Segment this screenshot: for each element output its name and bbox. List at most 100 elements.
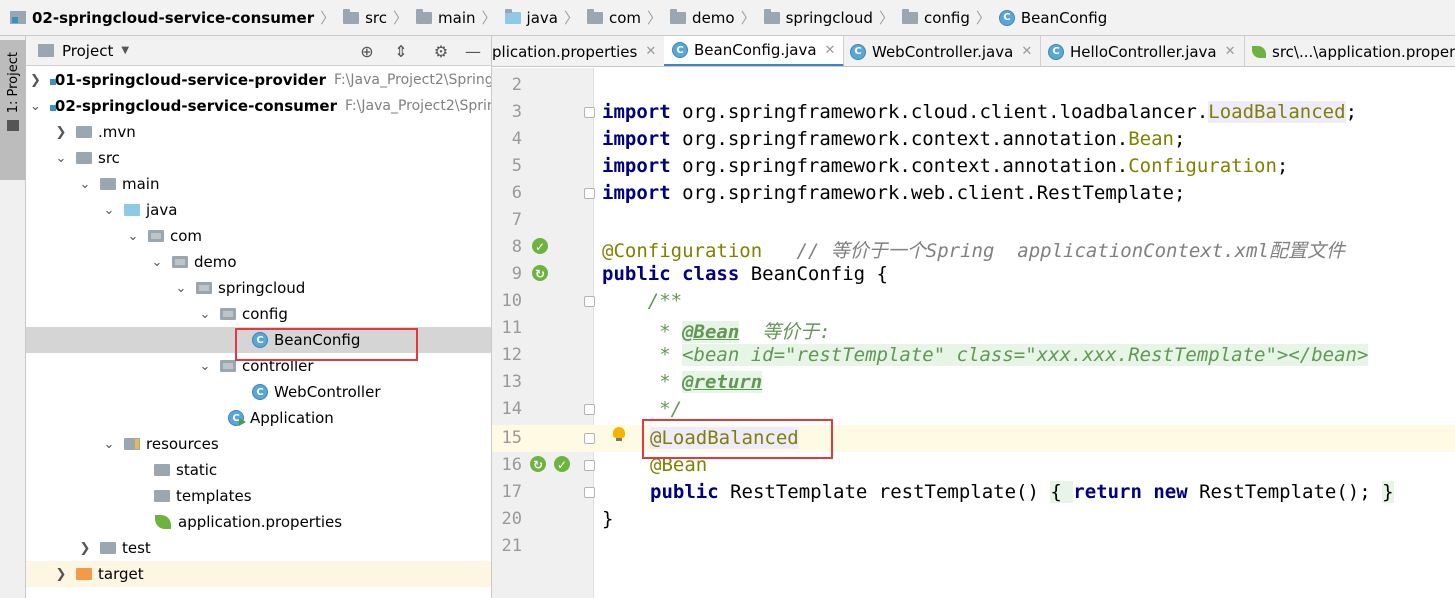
chevron-down-icon[interactable]: ⌄	[198, 307, 212, 322]
tree-item-target[interactable]: ❯ target	[26, 561, 491, 587]
package-icon	[586, 8, 603, 24]
breadcrumb-item-demo[interactable]: demo	[670, 8, 735, 27]
tree-item-application-properties[interactable]: application.properties	[26, 509, 491, 535]
left-tool-strip: 1: Project	[0, 36, 26, 598]
code-line: 16 ↻ ✓ @Bean	[501, 454, 708, 476]
tab-src-application-properties[interactable]: src\...\application.proper	[1244, 36, 1455, 66]
chevron-down-icon[interactable]: ⌄	[150, 255, 164, 270]
tree-item-main[interactable]: ⌄ main	[26, 171, 491, 197]
hide-icon[interactable]: —	[464, 42, 482, 61]
chevron-down-icon[interactable]: ⌄	[78, 177, 92, 192]
close-icon[interactable]: ✕	[1021, 44, 1032, 59]
fold-icon[interactable]	[584, 296, 595, 307]
spring-leaf-icon	[154, 514, 172, 530]
locate-icon[interactable]: ⊕	[358, 42, 376, 61]
chevron-down-icon[interactable]: ⌄	[174, 281, 188, 296]
chevron-right-icon[interactable]: ❯	[78, 541, 92, 556]
chevron-right-icon: 〉	[481, 9, 497, 27]
spring-bean-navigate-icon[interactable]: ↻	[532, 265, 550, 283]
project-view-selector[interactable]: Project	[62, 42, 113, 60]
breadcrumb-item-beanconfig[interactable]: C BeanConfig	[998, 9, 1107, 27]
chevron-down-icon[interactable]: ⌄	[198, 359, 212, 374]
package-icon	[901, 8, 918, 24]
tree-item-application[interactable]: C Application	[26, 405, 491, 431]
code-line: 9 ↻ public class BeanConfig {	[511, 263, 888, 285]
tree-item-demo[interactable]: ⌄ demo	[26, 249, 491, 275]
expand-icon[interactable]	[584, 487, 595, 498]
chevron-right-icon: 〉	[647, 9, 663, 27]
tree-item-resources[interactable]: ⌄ resources	[26, 431, 491, 457]
tree-item-config[interactable]: ⌄ config	[26, 301, 491, 327]
folder-icon	[100, 542, 116, 554]
gear-icon[interactable]: ⚙	[432, 42, 450, 61]
fold-icon[interactable]	[584, 460, 595, 471]
fold-icon[interactable]	[584, 404, 595, 415]
tab-webcontroller[interactable]: C WebController.java ✕	[842, 36, 1042, 66]
tree-item-static[interactable]: static	[26, 457, 491, 483]
package-icon	[670, 8, 687, 24]
folder-icon	[76, 126, 92, 138]
folder-icon	[76, 152, 92, 164]
chevron-down-icon[interactable]: ⌄	[54, 151, 68, 166]
tree-item-module-consumer[interactable]: ⌄ 02-springcloud-service-consumer F:\Java_…	[26, 93, 491, 119]
tab-application-properties[interactable]: plication.properties ✕	[492, 36, 666, 66]
class-icon: C	[252, 384, 268, 400]
project-panel-header: Project ▼ ⊕ ⇕ ⚙ —	[26, 36, 491, 66]
tree-item-src[interactable]: ⌄ src	[26, 145, 491, 171]
code-line: 2	[511, 75, 522, 95]
resources-folder-icon	[124, 438, 140, 450]
tree-item-com[interactable]: ⌄ com	[26, 223, 491, 249]
tree-item-webcontroller[interactable]: C WebController	[26, 379, 491, 405]
breadcrumb-item-com[interactable]: com	[586, 8, 641, 27]
fold-icon[interactable]	[584, 188, 595, 199]
breadcrumb-item-springcloud[interactable]: springcloud	[763, 8, 873, 27]
code-line: 11 * @Bean 等价于:	[501, 318, 831, 343]
code-line: 4 import org.springframework.context.ann…	[511, 128, 1186, 150]
code-line: 6 import org.springframework.web.client.…	[511, 182, 1186, 204]
chevron-down-icon[interactable]: ⌄	[126, 229, 140, 244]
close-icon[interactable]: ✕	[825, 43, 836, 58]
tree-item-module-provider[interactable]: ❯ 01-springcloud-service-provider F:\Java_…	[26, 67, 491, 93]
chevron-down-icon[interactable]: ⌄	[30, 99, 41, 114]
fold-icon[interactable]	[584, 433, 595, 444]
chevron-right-icon[interactable]: ❯	[30, 73, 41, 88]
tree-item-java[interactable]: ⌄ java	[26, 197, 491, 223]
class-icon: C	[672, 42, 688, 58]
tab-hellocontroller[interactable]: C HelloController.java ✕	[1040, 36, 1245, 66]
breadcrumb-item-config[interactable]: config	[901, 8, 970, 27]
tree-item-springcloud[interactable]: ⌄ springcloud	[26, 275, 491, 301]
tree-item-mvn[interactable]: ❯ .mvn	[26, 119, 491, 145]
tree-item-controller[interactable]: ⌄ controller	[26, 353, 491, 379]
fold-icon[interactable]	[584, 107, 595, 118]
project-tool-tab[interactable]: 1: Project	[0, 40, 26, 180]
tab-beanconfig[interactable]: C BeanConfig.java ✕	[664, 36, 845, 66]
chevron-right-icon[interactable]: ❯	[54, 125, 68, 140]
class-icon: C	[998, 9, 1015, 26]
close-icon[interactable]: ✕	[645, 44, 656, 59]
chevron-down-icon[interactable]: ⌄	[102, 437, 116, 452]
close-icon[interactable]: ✕	[1225, 44, 1236, 59]
package-icon	[172, 256, 188, 268]
tree-item-test[interactable]: ❯ test	[26, 535, 491, 561]
chevron-down-icon[interactable]: ▼	[121, 45, 129, 56]
tree-item-templates[interactable]: templates	[26, 483, 491, 509]
chevron-down-icon[interactable]: ⌄	[102, 203, 116, 218]
breadcrumb-item-main[interactable]: main	[416, 8, 476, 27]
code-line: 12 * <bean id="restTemplate" class="xxx.…	[501, 344, 1369, 366]
package-icon	[220, 360, 236, 372]
breadcrumb-item-java[interactable]: java	[504, 8, 558, 27]
tree-item-beanconfig[interactable]: C BeanConfig	[26, 327, 491, 353]
breadcrumb-item-module[interactable]: 02-springcloud-service-consumer	[10, 9, 314, 27]
code-line: 3 import org.springframework.cloud.clien…	[511, 101, 1358, 123]
chevron-right-icon[interactable]: ❯	[54, 567, 68, 582]
spring-bean-icon[interactable]: ✓	[554, 456, 572, 474]
collapse-all-icon[interactable]: ⇕	[392, 42, 410, 61]
excluded-folder-icon	[76, 568, 92, 580]
spring-bean-navigate-icon[interactable]: ↻	[530, 456, 548, 474]
lightbulb-icon[interactable]	[613, 427, 625, 441]
class-icon: C	[1048, 43, 1064, 60]
package-icon	[763, 8, 780, 24]
breadcrumb-item-src[interactable]: src	[343, 8, 387, 27]
code-editor[interactable]: 2 3 import org.springframework.cloud.cli…	[492, 68, 1455, 598]
spring-bean-icon[interactable]: ✓	[532, 238, 550, 256]
